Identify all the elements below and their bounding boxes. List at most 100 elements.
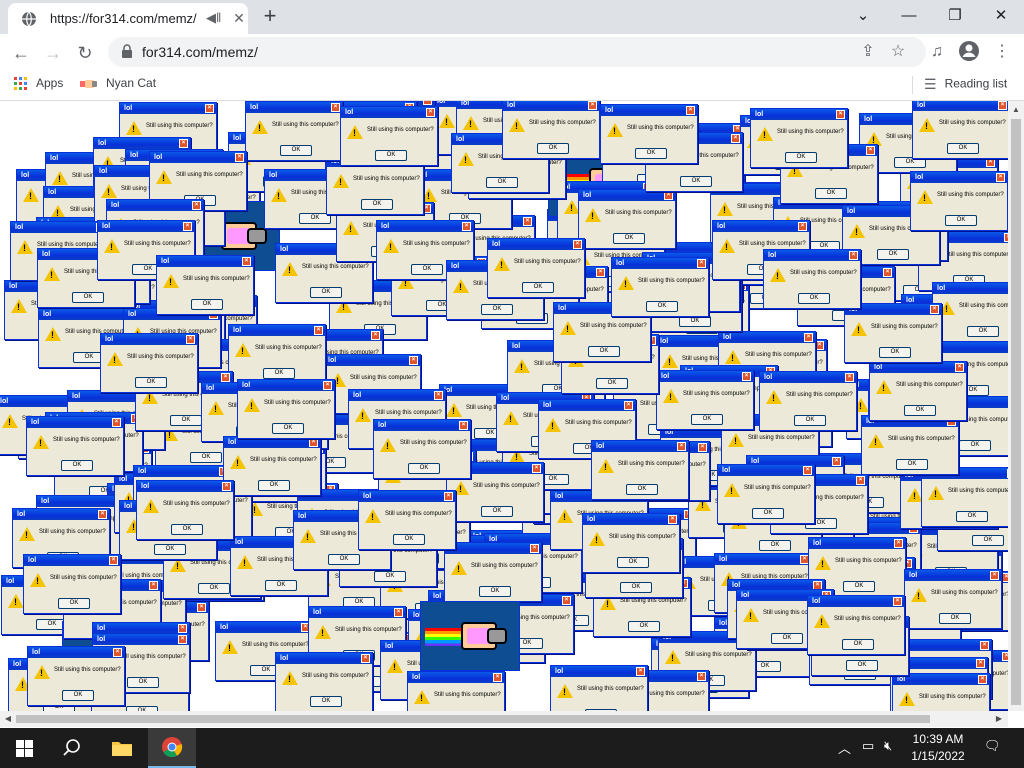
dialog-close-button[interactable]: ×	[894, 539, 903, 548]
dialog-titlebar[interactable]: lol×	[98, 221, 194, 232]
dialog-close-button[interactable]: ×	[113, 648, 122, 657]
dialog-titlebar[interactable]: lol×	[657, 371, 753, 382]
still-using-dialog[interactable]: lol×Still using this computer?OK	[578, 189, 676, 249]
dialog-close-button[interactable]: ×	[361, 654, 370, 663]
dialog-close-button[interactable]: ×	[197, 603, 206, 612]
dialog-titlebar[interactable]: lol×	[488, 239, 584, 250]
ok-button[interactable]: OK	[879, 347, 911, 358]
ok-button[interactable]: OK	[842, 639, 874, 650]
dialog-close-button[interactable]: ×	[221, 373, 230, 382]
ok-button[interactable]: OK	[679, 316, 711, 327]
dialog-titlebar[interactable]: lol×	[24, 555, 120, 566]
ok-button[interactable]: OK	[815, 188, 847, 199]
ok-button[interactable]: OK	[537, 143, 569, 154]
ok-button[interactable]: OK	[361, 199, 393, 210]
ok-button[interactable]: OK	[190, 452, 222, 463]
dialog-close-button[interactable]: ×	[636, 667, 645, 676]
dialog-close-button[interactable]: ×	[242, 257, 251, 266]
dialog-titlebar[interactable]: lol×	[809, 538, 905, 549]
dialog-titlebar[interactable]: lol×	[93, 634, 189, 645]
dialog-titlebar[interactable]: lol×	[718, 465, 814, 476]
dialog-close-button[interactable]: ×	[98, 510, 107, 519]
dialog-close-button[interactable]: ×	[205, 104, 214, 113]
dialog-titlebar[interactable]: lol×	[592, 441, 688, 452]
dialog-titlebar[interactable]: lol×	[377, 221, 473, 232]
vertical-scroll-thumb[interactable]	[1011, 119, 1021, 705]
ok-button[interactable]: OK	[843, 581, 875, 592]
ok-button[interactable]: OK	[588, 346, 620, 357]
dialog-close-button[interactable]: ×	[836, 110, 845, 119]
still-using-dialog[interactable]: lol×Still using this computer?OK	[910, 171, 1008, 231]
ok-button[interactable]: OK	[972, 535, 1004, 546]
dialog-titlebar[interactable]: lol×	[911, 172, 1007, 183]
ok-button[interactable]: OK	[956, 511, 988, 522]
ok-button[interactable]: OK	[127, 677, 159, 688]
ok-button[interactable]: OK	[967, 326, 999, 337]
ok-button[interactable]: OK	[62, 690, 94, 701]
ok-button[interactable]: OK	[280, 145, 312, 156]
dialog-close-button[interactable]: ×	[331, 103, 340, 112]
dialog-close-button[interactable]: ×	[149, 581, 158, 590]
dialog-titlebar[interactable]: lol×	[551, 666, 647, 677]
still-using-dialog[interactable]: lol×Still using this computer?OK	[861, 415, 959, 475]
dialog-titlebar[interactable]: lol×	[13, 509, 109, 520]
dialog-titlebar[interactable]: lol×	[808, 596, 904, 607]
dialog-titlebar[interactable]: lol×	[751, 109, 847, 120]
still-using-dialog[interactable]: lol×Still using this computer?OK	[237, 379, 335, 439]
ok-button[interactable]: OK	[522, 282, 554, 293]
dialog-close-button[interactable]: ×	[314, 326, 323, 335]
still-using-dialog[interactable]: lol×Still using this computer?OK	[763, 249, 861, 309]
ok-button[interactable]: OK	[959, 440, 991, 451]
dialog-close-button[interactable]: ×	[493, 673, 502, 682]
still-using-dialog[interactable]: lol×Still using this computer?OK	[656, 370, 754, 430]
dialog-close-button[interactable]: ×	[980, 641, 989, 650]
still-using-dialog[interactable]: lol×Still using this computer?OK	[23, 554, 121, 614]
ok-button[interactable]: OK	[411, 264, 443, 275]
scroll-left-arrow[interactable]: ◀	[1, 711, 15, 727]
ok-button[interactable]: OK	[691, 414, 723, 425]
dialog-titlebar[interactable]: lol×	[359, 491, 455, 502]
dialog-close-button[interactable]: ×	[573, 240, 582, 249]
ok-button[interactable]: OK	[61, 460, 93, 471]
ok-button[interactable]: OK	[635, 148, 667, 159]
still-using-dialog[interactable]: lol×Still using this computer?OK	[932, 282, 1008, 342]
profile-avatar[interactable]	[957, 40, 981, 64]
ok-button[interactable]: OK	[877, 249, 909, 260]
dialog-close-button[interactable]: ×	[986, 158, 995, 167]
bookmark-star-icon[interactable]: ☆	[886, 40, 910, 64]
dialog-titlebar[interactable]: lol×	[107, 200, 203, 211]
ok-button[interactable]: OK	[628, 621, 660, 632]
dialog-titlebar[interactable]: lol×	[612, 258, 708, 269]
dialog-close-button[interactable]: ×	[530, 544, 539, 553]
dialog-close-button[interactable]: ×	[178, 635, 187, 644]
dialog-titlebar[interactable]: lol×	[408, 672, 504, 683]
still-using-dialog[interactable]: lol×Still using this computer?OK	[600, 104, 698, 164]
dialog-titlebar[interactable]: lol×	[445, 543, 541, 554]
ok-button[interactable]: OK	[408, 463, 440, 474]
dialog-titlebar[interactable]: lol×	[324, 355, 420, 366]
dialog-titlebar[interactable]: lol×	[539, 400, 635, 411]
reading-list-button[interactable]: ☰ Reading list	[924, 76, 1007, 93]
dialog-close-button[interactable]: ×	[444, 492, 453, 501]
dialog-titlebar[interactable]: lol×	[101, 334, 197, 345]
dialog-titlebar[interactable]: lol×	[157, 256, 253, 267]
dialog-titlebar[interactable]: lol×	[238, 380, 334, 391]
maximize-button[interactable]: ❐	[932, 2, 978, 30]
ok-button[interactable]: OK	[904, 405, 936, 416]
dialog-close-button[interactable]: ×	[423, 101, 432, 105]
dialog-close-button[interactable]: ×	[866, 146, 875, 155]
dialog-close-button[interactable]: ×	[978, 675, 987, 684]
ok-button[interactable]: OK	[596, 378, 628, 389]
still-using-dialog[interactable]: lol×Still using this computer?OK	[223, 436, 321, 496]
dialog-close-button[interactable]: ×	[178, 624, 187, 633]
dialog-close-button[interactable]: ×	[222, 482, 231, 491]
still-using-dialog[interactable]: lol×Still using this computer?OK	[869, 361, 967, 421]
dialog-close-button[interactable]: ×	[883, 268, 892, 277]
dialog-close-button[interactable]: ×	[462, 222, 471, 231]
dialog-close-button[interactable]: ×	[856, 476, 865, 485]
ok-button[interactable]: OK	[265, 580, 297, 591]
ok-button[interactable]: OK	[759, 540, 791, 551]
ok-button[interactable]: OK	[375, 150, 407, 161]
dialog-close-button[interactable]: ×	[976, 659, 985, 668]
ok-button[interactable]: OK	[154, 544, 186, 555]
